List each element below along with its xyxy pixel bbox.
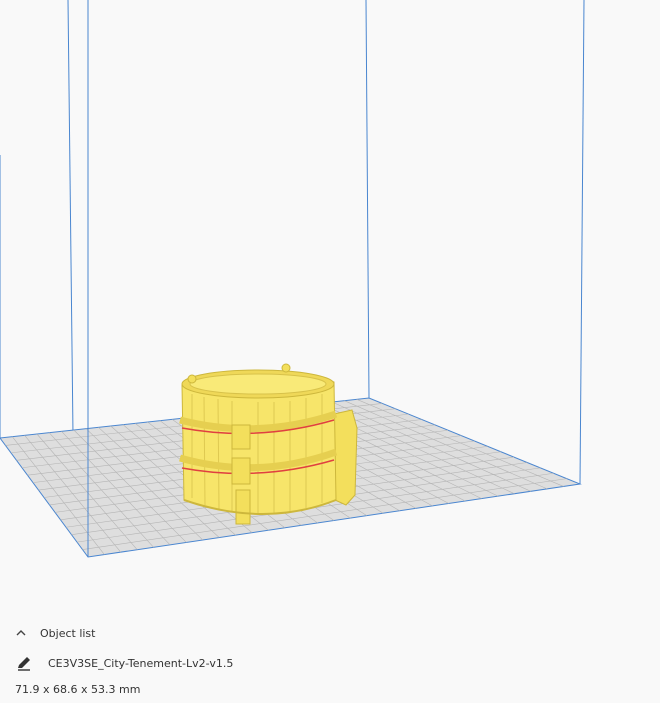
build-volume-edge: [67, 0, 74, 436]
model-barrel[interactable]: [179, 363, 358, 525]
build-volume-edge: [579, 0, 585, 485]
object-name-row: CE3V3SE_City-Tenement-Lv2-v1.5: [16, 654, 233, 672]
object-list-toggle[interactable]: Object list: [14, 624, 95, 642]
object-dimensions: 71.9 x 68.6 x 53.3 mm: [15, 682, 141, 696]
object-list-label: Object list: [40, 626, 96, 640]
3d-viewport[interactable]: [0, 0, 660, 610]
chevron-up-icon: [16, 630, 26, 636]
build-volume-edge: [365, 0, 370, 399]
build-volume-scene[interactable]: [0, 0, 660, 610]
pencil-icon[interactable]: [16, 655, 32, 671]
object-name: CE3V3SE_City-Tenement-Lv2-v1.5: [48, 656, 234, 670]
